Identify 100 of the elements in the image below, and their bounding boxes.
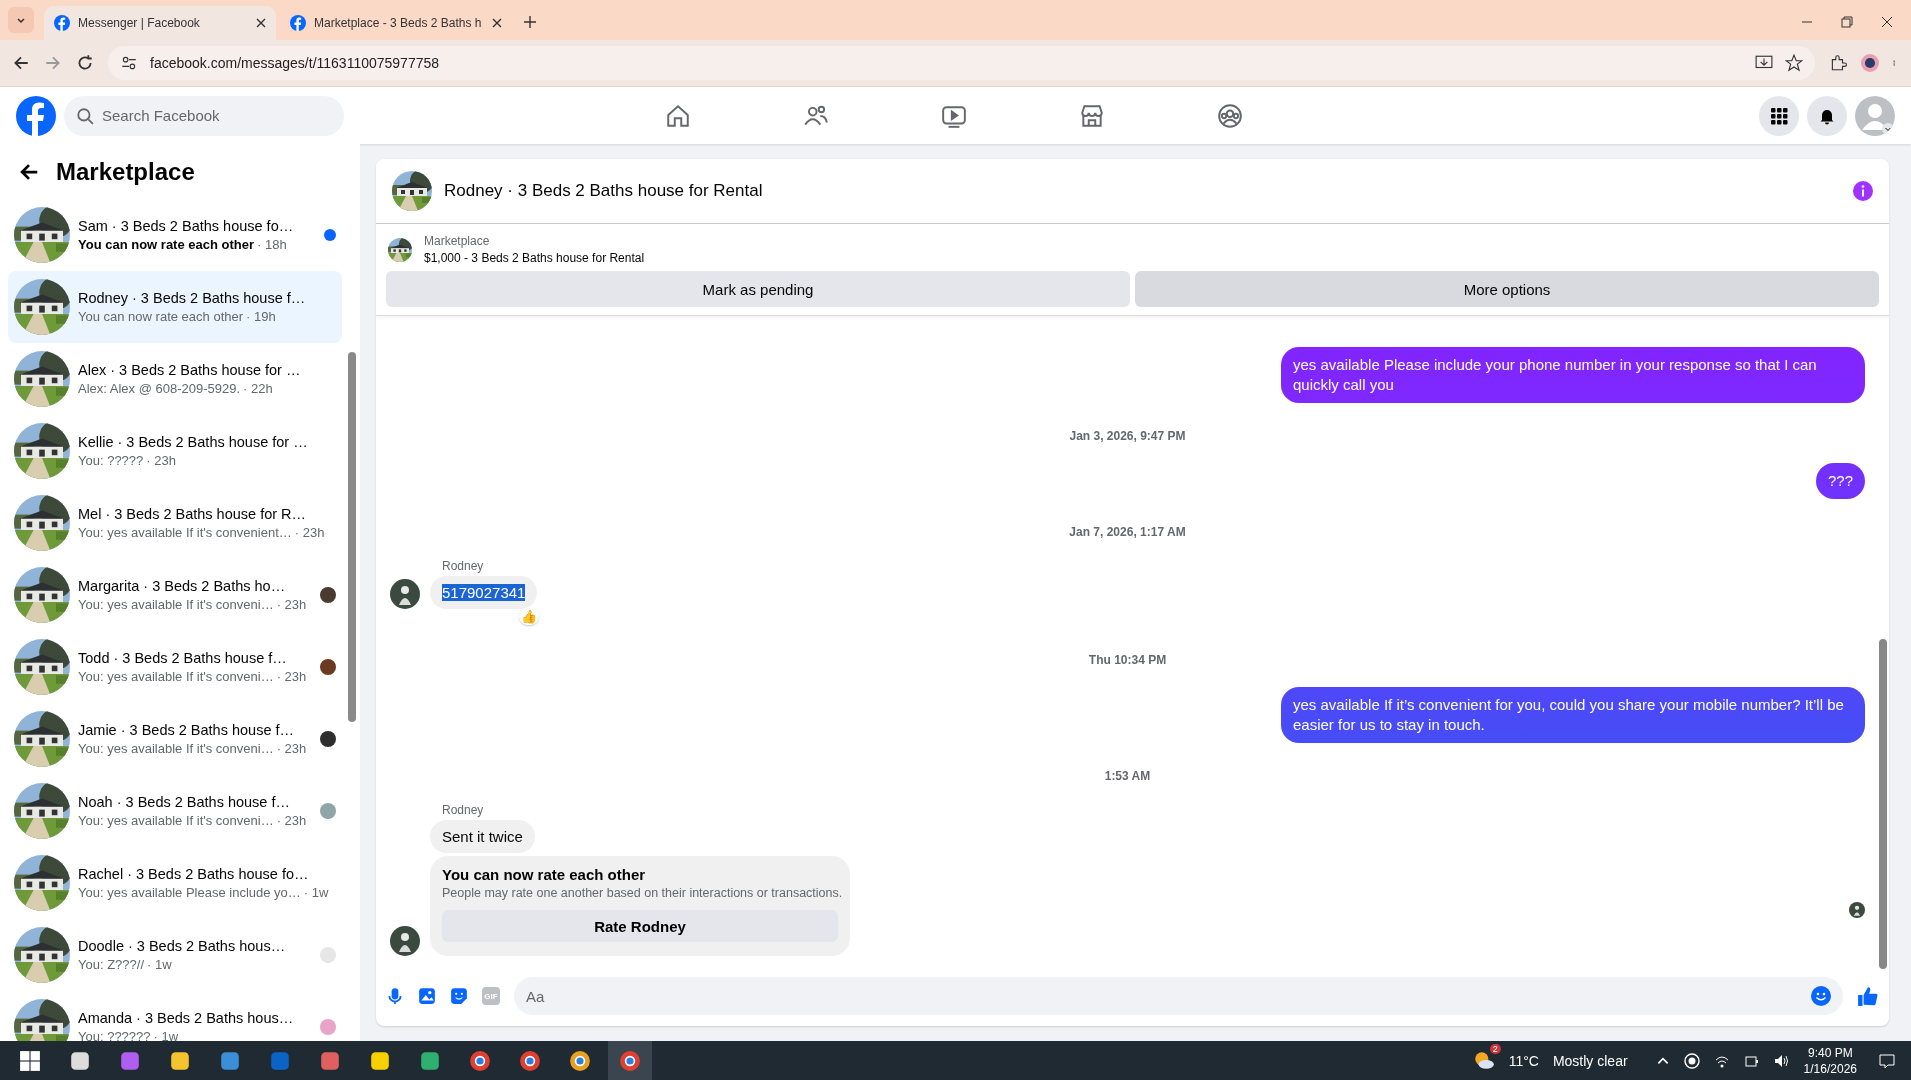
message-preview: You: yes available If it's convenient… [78, 525, 292, 540]
extensions-icon[interactable] [1829, 54, 1847, 72]
weather-icon [1472, 1050, 1495, 1072]
unread-dot [324, 229, 336, 241]
facebook-logo-icon [290, 15, 306, 31]
clock-date[interactable]: 1/16/2026 [1803, 1062, 1857, 1076]
conversation-title: Todd · 3 Beds 2 Baths house f… [78, 650, 288, 666]
star-icon[interactable] [1785, 54, 1803, 72]
message-time: · 23h [294, 525, 325, 540]
sticker-icon[interactable] [450, 987, 468, 1005]
message-time: · 23h [276, 741, 307, 756]
message-bubble: Sent it twice [430, 820, 535, 853]
back-icon[interactable] [12, 54, 30, 72]
conversation-title: Rodney · 3 Beds 2 Baths house f… [78, 290, 307, 306]
message-preview: You: ????? [78, 453, 144, 468]
home-icon[interactable] [665, 102, 691, 129]
app-icon[interactable] [319, 1050, 341, 1072]
chevron-down-icon [16, 15, 26, 25]
timestamp: 1:53 AM [1104, 769, 1151, 783]
message-bubble: yes available Please include your phone number in your response so that I can quickly call you [1281, 347, 1865, 403]
message-preview: You: yes available If it's conveni… [78, 597, 274, 612]
battery-icon[interactable] [1743, 1053, 1760, 1069]
conversation-title: Mel · 3 Beds 2 Baths house for R… [78, 506, 308, 522]
conversation-item[interactable]: Doodle · 3 Beds 2 Baths hous… You: Z???// · 1w [8, 919, 342, 991]
address-bar[interactable]: facebook.com/messages/t/1163110075977758 [108, 46, 1815, 80]
card-title: You can now rate each other [442, 866, 647, 883]
new-tab-icon[interactable] [524, 16, 536, 28]
weather-condition: Mostly clear [1552, 1053, 1628, 1069]
network-icon[interactable] [1713, 1053, 1730, 1069]
conversation-item[interactable]: Mel · 3 Beds 2 Baths house for R… You: yes available If it's convenient… · 23h [8, 487, 342, 559]
conversation-item[interactable]: Kellie · 3 Beds 2 Baths house for … You: ????? · 23h [8, 415, 342, 487]
conversation-title: Jamie · 3 Beds 2 Baths house f… [78, 722, 295, 738]
conversation-item[interactable]: Alex · 3 Beds 2 Baths house for … Alex: Alex @ 608-209-5929. · 22h [8, 343, 342, 415]
timestamp: Jan 3, 2026, 9:47 PM [1069, 429, 1186, 443]
close-icon[interactable] [492, 18, 502, 28]
info-icon[interactable] [1853, 181, 1873, 201]
message-field[interactable]: Aa [514, 977, 1843, 1015]
conversation-title: Margarita · 3 Beds 2 Baths ho… [78, 578, 287, 594]
sender-name: Rodney [442, 803, 484, 817]
rate-button[interactable]: Rate Rodney [442, 910, 838, 942]
sender-name: Rodney [442, 559, 484, 573]
action-button[interactable]: More options [1135, 271, 1879, 307]
close-icon[interactable] [256, 18, 266, 28]
sidebar-title: Marketplace [56, 157, 195, 186]
conversation-item[interactable]: Margarita · 3 Beds 2 Baths ho… You: yes available If it's conveni… · 23h [8, 559, 342, 631]
avatar-icon [1849, 902, 1865, 918]
browser-tab[interactable]: Messenger | Facebook [44, 6, 276, 40]
browser-tab[interactable]: Marketplace - 3 Beds 2 Baths h [280, 6, 512, 40]
message-preview: You can now rate each other [78, 237, 255, 252]
browser-icon[interactable] [569, 1050, 591, 1072]
thumbs-up-icon[interactable] [1857, 985, 1879, 1007]
message-preview: You: yes available If it's conveni… [78, 741, 274, 756]
conversation-title: Noah · 3 Beds 2 Baths house f… [78, 794, 291, 810]
message-preview: You: yes available If it's conveni… [78, 669, 274, 684]
message-time: · 22h [243, 381, 273, 396]
browser-icon[interactable] [519, 1050, 541, 1072]
message-preview: You can now rate each other [78, 309, 244, 324]
conversation-title: Kellie · 3 Beds 2 Baths house for … [78, 434, 309, 450]
facebook-logo-icon[interactable] [16, 95, 56, 136]
message-time: · 23h [146, 453, 176, 468]
conversation-title: Rachel · 3 Beds 2 Baths house fo… [78, 866, 310, 882]
timestamp: Thu 10:34 PM [1088, 653, 1167, 667]
clock-time[interactable]: 9:40 PM [1807, 1046, 1853, 1060]
windows-logo-icon[interactable] [19, 1050, 41, 1072]
browser-icon[interactable] [619, 1050, 641, 1072]
conversation-item[interactable]: Noah · 3 Beds 2 Baths house f… You: yes available If it's conveni… · 23h [8, 775, 342, 847]
message-preview: You: yes available Please include yo… [78, 885, 301, 900]
notifications-icon[interactable] [1879, 1053, 1895, 1069]
action-button[interactable]: Mark as pending [386, 271, 1130, 307]
groups-icon[interactable] [1217, 102, 1243, 129]
listing-detail[interactable]: $1,000 - 3 Beds 2 Baths house for Rental [424, 251, 645, 265]
record-icon[interactable] [1683, 1053, 1700, 1069]
grid-icon [1770, 106, 1788, 125]
volume-icon[interactable] [1773, 1053, 1790, 1069]
conversation-item[interactable]: Sam · 3 Beds 2 Baths house fo… You can now rate each other · 18h [8, 199, 342, 271]
conversation-item[interactable]: Jamie · 3 Beds 2 Baths house f… You: yes available If it's conveni… · 23h [8, 703, 342, 775]
message-time: · 19h [246, 309, 276, 324]
microphone-icon[interactable] [386, 987, 404, 1005]
site-settings-icon[interactable] [120, 54, 138, 72]
image-icon[interactable] [418, 987, 436, 1005]
search-field[interactable]: Search Facebook [64, 95, 344, 136]
conversation-title: Doodle · 3 Beds 2 Baths hous… [78, 938, 287, 954]
conversation-item[interactable]: Rodney · 3 Beds 2 Baths house f… You can now rate each other · 19h [8, 271, 342, 343]
conversation-item[interactable]: Rachel · 3 Beds 2 Baths house fo… You: yes available Please include yo… · 1w [8, 847, 342, 919]
reload-icon[interactable] [76, 54, 94, 72]
message-preview: Alex: Alex @ 608-209-5929. [78, 381, 241, 396]
close-icon[interactable] [1881, 16, 1893, 28]
restore-icon[interactable] [1841, 16, 1853, 28]
conversation-title: Alex · 3 Beds 2 Baths house for … [78, 362, 302, 378]
menu-button[interactable] [1759, 95, 1799, 136]
emoji-icon[interactable] [1811, 986, 1831, 1006]
browser-icon[interactable] [469, 1050, 491, 1072]
listing-label: Marketplace [424, 234, 491, 248]
conversation-item[interactable]: Todd · 3 Beds 2 Baths house f… You: yes available If it's conveni… · 23h [8, 631, 342, 703]
tab-list-button[interactable] [8, 7, 34, 33]
facebook-logo-icon [54, 15, 70, 31]
notification-badge: 2 [1489, 1044, 1501, 1054]
profile-icon[interactable] [1861, 54, 1879, 72]
notifications-button[interactable] [1807, 95, 1847, 136]
conversation-title: Amanda · 3 Beds 2 Baths hous… [78, 1010, 295, 1026]
